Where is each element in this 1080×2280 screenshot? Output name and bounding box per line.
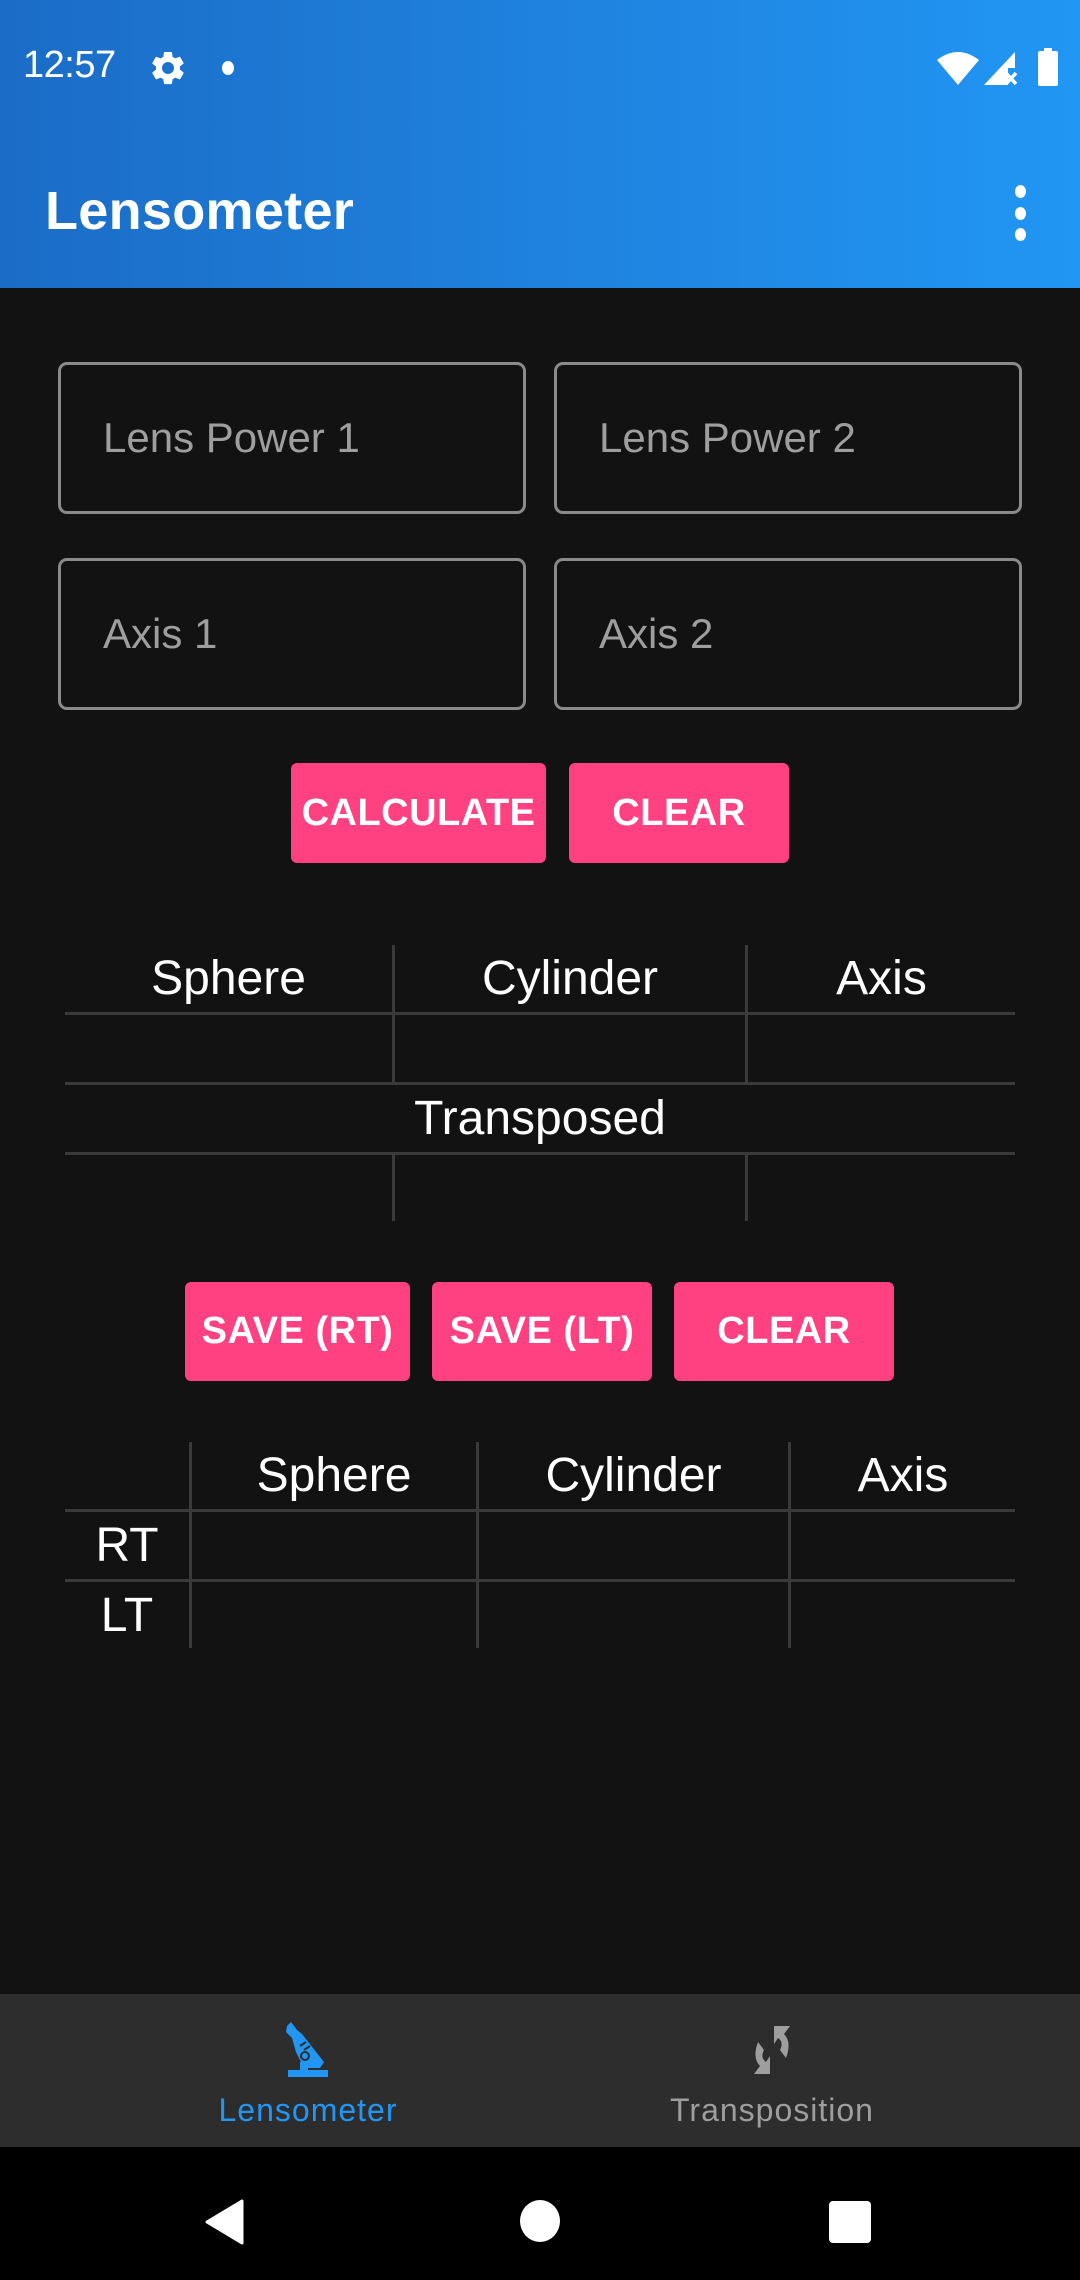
home-icon[interactable]	[520, 2200, 560, 2242]
status-time: 12:57	[23, 44, 116, 86]
gear-icon	[152, 51, 184, 85]
rt-axis	[791, 1512, 1015, 1579]
app-title: Lensometer	[45, 181, 355, 241]
header-axis: Axis	[857, 1449, 949, 1502]
lens-power-2-input[interactable]	[557, 365, 1019, 511]
lens-power-1-field[interactable]	[58, 362, 526, 514]
more-options-button[interactable]	[1000, 185, 1040, 241]
corner-cell	[65, 1442, 189, 1509]
transposed-cylinder	[395, 1155, 745, 1221]
more-vert-icon	[1014, 185, 1026, 198]
clear-inputs-button[interactable]: CLEAR	[569, 763, 789, 863]
rt-sphere	[192, 1512, 476, 1579]
screen: 12:57 Lensometer CAL	[0, 0, 1080, 2280]
app-bar: 12:57 Lensometer	[0, 0, 1080, 288]
nav-item-lensometer[interactable]: Lensometer	[38, 1994, 578, 2147]
clear-saved-button[interactable]: CLEAR	[674, 1282, 894, 1381]
header-axis: Axis	[836, 952, 927, 1005]
notification-dot-icon	[222, 61, 234, 75]
wifi-icon	[937, 52, 979, 85]
result-sphere	[65, 1015, 392, 1082]
nav-item-transposition[interactable]: Transposition	[502, 1994, 1042, 2147]
header-cylinder: Cylinder	[545, 1449, 722, 1502]
nav-label-lensometer: Lensometer	[218, 2092, 398, 2128]
result-axis	[748, 1015, 1015, 1082]
row-label-lt: LT	[100, 1588, 154, 1642]
microscope-icon	[286, 2022, 328, 2077]
save-rt-button[interactable]: SAVE (RT)	[185, 1282, 410, 1381]
transposed-axis	[748, 1155, 1015, 1221]
lens-power-2-field[interactable]	[554, 362, 1022, 514]
transposed-label: Transposed	[414, 1092, 666, 1145]
lt-axis	[791, 1582, 1015, 1648]
lt-cylinder	[479, 1582, 788, 1648]
lens-power-1-input[interactable]	[61, 365, 523, 511]
result-cylinder	[395, 1015, 745, 1082]
row-label-rt: RT	[95, 1519, 159, 1572]
axis-2-field[interactable]	[554, 558, 1022, 710]
result-table: Sphere Cylinder Axis Transposed	[65, 945, 1015, 1221]
lt-sphere	[192, 1582, 476, 1648]
battery-icon	[1038, 48, 1058, 86]
save-lt-button[interactable]: SAVE (LT)	[432, 1282, 652, 1381]
rt-cylinder	[479, 1512, 788, 1579]
axis-2-input[interactable]	[557, 561, 1019, 707]
recents-icon[interactable]	[829, 2201, 871, 2243]
system-navigation-bar	[0, 2147, 1080, 2280]
saved-table: Sphere Cylinder Axis RT LT	[65, 1442, 1015, 1648]
signal-no-sim-icon	[984, 52, 1018, 86]
bottom-navigation: Lensometer Transposition	[0, 1994, 1080, 2147]
nav-label-transposition: Transposition	[670, 2092, 874, 2128]
axis-1-input[interactable]	[61, 561, 523, 707]
calculate-button[interactable]: CALCULATE	[291, 763, 546, 863]
sync-arrows-icon	[754, 2026, 790, 2074]
axis-1-field[interactable]	[58, 558, 526, 710]
header-cylinder: Cylinder	[481, 952, 659, 1005]
transposed-sphere	[65, 1155, 392, 1221]
header-sphere: Sphere	[256, 1449, 412, 1502]
header-sphere: Sphere	[151, 952, 306, 1005]
back-icon[interactable]	[204, 2199, 244, 2245]
